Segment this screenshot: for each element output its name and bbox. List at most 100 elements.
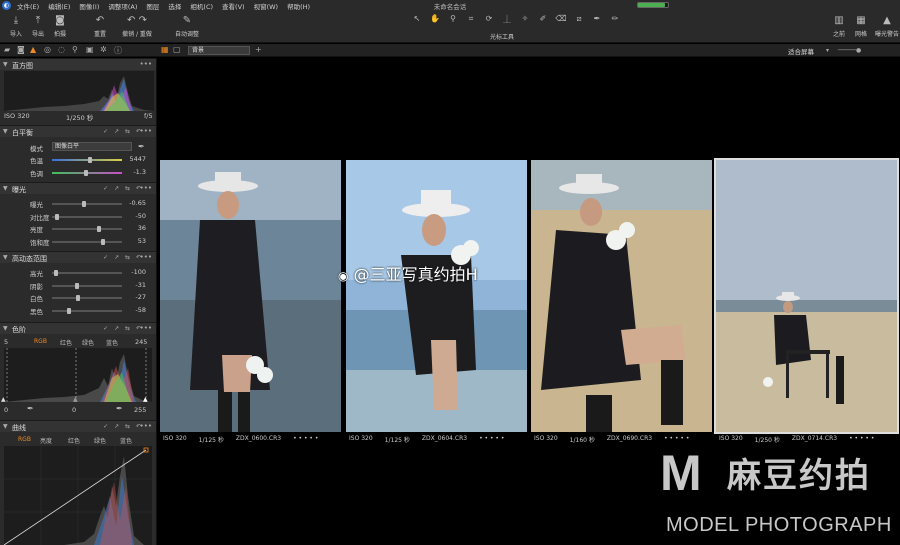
curve-channel-red[interactable]: 红色	[68, 436, 80, 445]
section-tools-icons[interactable]: ✓ ↗ ⇆ ↶	[103, 185, 143, 192]
exposure-warning-button[interactable]: ▲ 曝光警告	[874, 14, 900, 38]
capture-tab-icon[interactable]: ◙	[17, 45, 25, 54]
collapse-arrow-icon[interactable]: ▼	[3, 185, 8, 192]
curve-channel-rgb[interactable]: RGB	[18, 436, 31, 443]
thumbnail-1[interactable]: ISO 320 1/125 秒 ZDX_0600.CR3 • • • • •	[160, 160, 341, 444]
section-tools-icons[interactable]: ✓ ↗ ⇆ ↶	[103, 254, 143, 261]
wb-temp-slider[interactable]	[52, 157, 122, 163]
menu-adjust[interactable]: 调整项(A)	[108, 1, 137, 11]
info-tab-icon[interactable]: ⓘ	[114, 45, 122, 56]
wb-tint-knob[interactable]	[84, 170, 88, 176]
exposure-slider-knob[interactable]	[96, 226, 101, 232]
exposure-value[interactable]: -0.65	[129, 199, 146, 207]
more-options-icon[interactable]: •••	[140, 60, 152, 68]
zoom-slider[interactable]: ─────●	[838, 47, 861, 54]
collapse-arrow-icon[interactable]: ▼	[3, 254, 8, 261]
exposure-header[interactable]: ▼ 曝光 ✓ ↗ ⇆ ↶ •••	[0, 182, 156, 194]
levels-channel-blue[interactable]: 蓝色	[106, 338, 118, 347]
collapse-arrow-icon[interactable]: ▼	[3, 325, 8, 332]
reset-button[interactable]: ↶ 重置	[89, 14, 111, 38]
thumbnail-rating[interactable]: • • • • •	[664, 435, 689, 444]
keystone-icon[interactable]: ⏊	[500, 14, 514, 25]
add-icon[interactable]: +	[255, 45, 262, 54]
more-options-icon[interactable]: •••	[140, 253, 152, 261]
crop-icon[interactable]: ⌗	[464, 14, 478, 25]
exposure-value[interactable]: -50	[135, 212, 146, 220]
select-cursor-icon[interactable]: ↖	[410, 14, 424, 25]
menu-help[interactable]: 帮助(H)	[287, 1, 310, 11]
levels-input-low[interactable]: 5	[4, 338, 8, 346]
thumbnail-rating[interactable]: • • • • •	[849, 435, 874, 444]
hdr-slider[interactable]	[52, 282, 122, 289]
curve-channel-blue[interactable]: 蓝色	[120, 436, 132, 445]
exposure-slider[interactable]	[52, 226, 122, 232]
lens-tab-icon[interactable]: ◌	[58, 45, 65, 54]
thumbnail-rating[interactable]: • • • • •	[479, 435, 504, 444]
levels-header[interactable]: ▼ 色阶 ✓ ↗ ⇆ ↶ •••	[0, 322, 156, 334]
more-options-icon[interactable]: •••	[140, 324, 152, 332]
gradient-icon[interactable]: ⧄	[572, 14, 586, 25]
capture-button[interactable]: ◙ 拍摄	[49, 14, 71, 38]
color-tab-icon[interactable]: ◎	[44, 45, 51, 54]
exposure-slider[interactable]	[52, 213, 122, 220]
hdr-slider-knob[interactable]	[66, 307, 71, 314]
thumbnail-rating[interactable]: • • • • •	[293, 435, 318, 444]
exposure-value[interactable]: 53	[138, 237, 146, 245]
detail-tab-icon[interactable]: ⚲	[72, 45, 78, 54]
thumbnail-image[interactable]	[160, 160, 341, 432]
menu-layer[interactable]: 图层	[146, 1, 159, 11]
grid-view-icon[interactable]: ▦	[161, 45, 169, 54]
wb-temp-value[interactable]: 5447	[129, 155, 146, 163]
thumbnail-4[interactable]: ISO 320 1/250 秒 ZDX_0714.CR3 • • • • •	[714, 158, 899, 444]
menu-file[interactable]: 文件(E)	[17, 1, 39, 11]
levels-black-handle[interactable]: ▲	[1, 396, 6, 403]
hdr-slider[interactable]	[52, 295, 122, 301]
curve-channel-green[interactable]: 绿色	[94, 436, 106, 445]
levels-output-mid[interactable]: 0	[72, 406, 76, 414]
curve-channel-luma[interactable]: 亮度	[40, 436, 52, 445]
exposure-slider[interactable]	[52, 201, 122, 207]
white-balance-header[interactable]: ▼ 白平衡 ✓ ↗ ⇆ ↶ •••	[0, 125, 156, 137]
collapse-arrow-icon[interactable]: ▼	[3, 423, 8, 430]
hdr-value[interactable]: -31	[135, 281, 146, 289]
menu-select[interactable]: 选择	[168, 1, 181, 11]
single-view-icon[interactable]: ▢	[173, 45, 181, 54]
auto-adjust-button[interactable]: ✎ 自动调整	[173, 14, 201, 38]
levels-chart[interactable]	[4, 348, 152, 402]
thumbnail-image[interactable]	[346, 160, 527, 432]
levels-output-low[interactable]: 0	[4, 406, 8, 414]
more-options-icon[interactable]: •••	[140, 184, 152, 192]
exposure-slider[interactable]	[52, 238, 122, 245]
menu-camera[interactable]: 相机(C)	[190, 1, 213, 11]
levels-mid-handle[interactable]: ▲	[73, 396, 78, 403]
hdr-slider[interactable]	[52, 270, 122, 276]
menu-view[interactable]: 查看(V)	[222, 1, 245, 11]
spot-remove-icon[interactable]: ✧	[518, 14, 532, 25]
more-options-icon[interactable]: •••	[140, 422, 152, 430]
menu-edit[interactable]: 编辑(E)	[48, 1, 70, 11]
black-picker-icon[interactable]: ✒	[27, 404, 34, 413]
exposure-value[interactable]: 36	[138, 224, 146, 232]
brush-icon[interactable]: ✐	[536, 14, 550, 25]
menu-window[interactable]: 视窗(W)	[254, 1, 279, 11]
pan-hand-icon[interactable]: ✋	[428, 14, 442, 25]
section-tools-icons[interactable]: ✓ ↗ ⇆ ↶	[103, 128, 143, 135]
levels-white-handle[interactable]: ▲	[143, 396, 148, 403]
exposure-slider-knob[interactable]	[81, 201, 86, 207]
hdr-value[interactable]: -100	[131, 268, 146, 276]
fit-screen-select[interactable]: 适合屏幕	[788, 46, 814, 56]
hdr-slider[interactable]	[52, 307, 122, 314]
hdr-slider-knob[interactable]	[76, 295, 81, 301]
collapse-arrow-icon[interactable]: ▼	[3, 61, 8, 68]
library-tab-icon[interactable]: ▰	[4, 45, 10, 54]
exposure-slider-knob[interactable]	[100, 238, 105, 245]
thumbnail-2[interactable]: ISO 320 1/125 秒 ZDX_0604.CR3 • • • • •	[346, 160, 527, 444]
eraser-icon[interactable]: ⌫	[554, 14, 568, 25]
menu-image[interactable]: 图像(I)	[79, 1, 99, 11]
settings-tab-icon[interactable]: ✲	[100, 45, 107, 54]
app-logo-icon[interactable]: ◐	[2, 1, 11, 10]
thumbnail-image[interactable]	[531, 160, 712, 432]
hdr-value[interactable]: -27	[135, 293, 146, 301]
section-tools-icons[interactable]: ✓ ↗ ⇆ ↶	[103, 325, 143, 332]
annotate-icon[interactable]: ✏	[608, 14, 622, 25]
